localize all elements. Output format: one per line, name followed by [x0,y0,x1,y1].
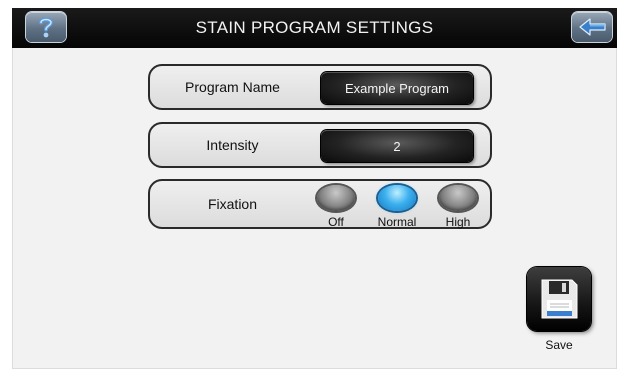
program-name-field[interactable]: Example Program [321,72,473,104]
intensity-label: Intensity [206,137,259,153]
program-name-label: Program Name [185,79,280,95]
fixation-option-label: Normal [377,215,417,229]
help-button[interactable] [26,12,66,42]
fixation-option-label: Off [328,215,344,229]
fixation-option-high[interactable]: High [435,185,481,229]
fixation-option-off[interactable]: Off [313,185,359,229]
back-arrow-icon [579,18,606,36]
back-button[interactable] [572,12,612,42]
page-title: STAIN PROGRAM SETTINGS [195,18,434,37]
title-bar: STAIN PROGRAM SETTINGS [12,8,617,48]
fixation-option-label: High [445,215,471,229]
program-name-row: Program Name Example Program [148,64,492,110]
fixation-option-normal[interactable]: Normal [374,185,420,229]
radio-button[interactable] [317,185,355,211]
fixation-label: Fixation [207,196,258,212]
intensity-field[interactable]: 2 [321,130,473,162]
save-label: Save [545,338,573,352]
intensity-row: Intensity 2 [148,122,492,168]
floppy-disk-icon [541,279,578,319]
save-button[interactable] [527,267,591,331]
screen: STAIN PROGRAM SETTINGS Program Name Exam… [0,0,627,376]
help-icon [39,17,54,38]
radio-button-selected[interactable] [378,185,416,211]
fixation-row: Fixation Off Normal High [148,179,492,229]
radio-button[interactable] [439,185,477,211]
